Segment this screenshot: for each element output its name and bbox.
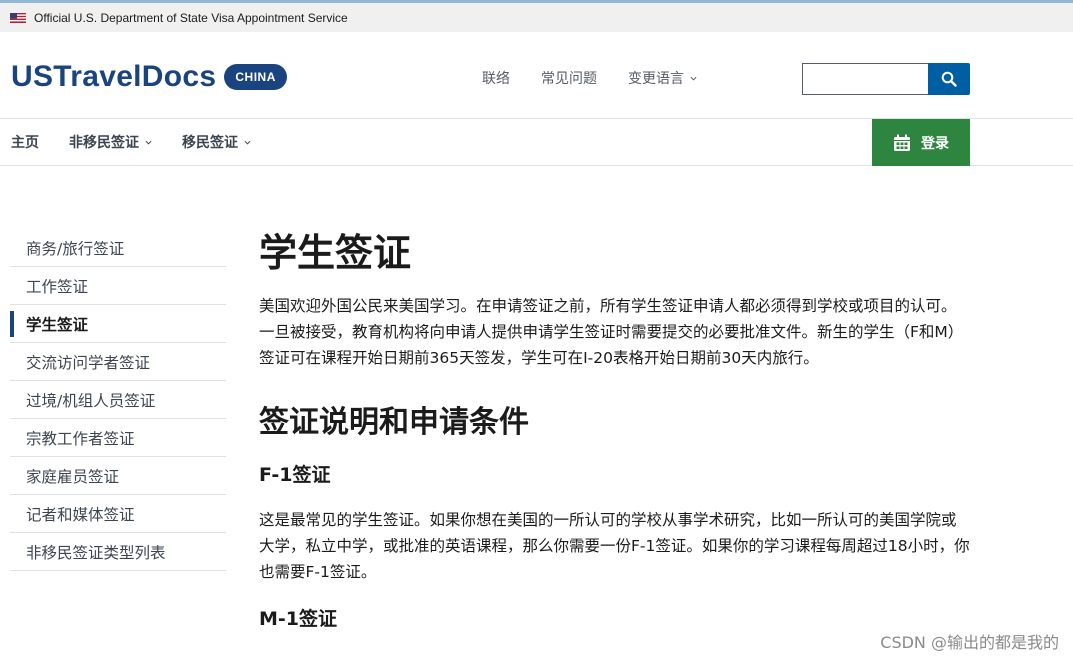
site-header: USTravelDocs CHINA 联络 常见问题 变更语言 [0,32,1073,118]
page-title: 学生签证 [259,231,412,275]
sidebar-item-label: 交流访问学者签证 [26,353,151,372]
sidebar-item-transit-crew[interactable]: 过境/机组人员签证 [10,381,226,419]
site-logo[interactable]: USTravelDocs CHINA [11,60,287,94]
sidebar-item-business-travel[interactable]: 商务/旅行签证 [10,229,226,267]
sidebar-item-exchange-visitor[interactable]: 交流访问学者签证 [10,343,226,381]
chevron-down-icon [244,140,251,145]
chevron-down-icon [690,76,697,81]
sidebar-item-label: 学生签证 [26,315,89,334]
sidebar-item-label: 工作签证 [26,277,89,296]
sidebar-item-work[interactable]: 工作签证 [10,267,226,305]
sidebar-item-domestic-employee[interactable]: 家庭雇员签证 [10,457,226,495]
f1-paragraph: 这是最常见的学生签证。如果你想在美国的一所认可的学校从事学术研究，比如一所认可的… [259,511,970,581]
official-banner: Official U.S. Department of State Visa A… [0,0,1073,32]
util-nav-contact[interactable]: 联络 [482,68,510,88]
m1-heading: M-1签证 [259,608,338,630]
calendar-icon [894,134,910,151]
util-nav-label: 变更语言 [628,71,684,87]
util-nav-label: 常见问题 [541,71,597,87]
nav-item-label: 移民签证 [182,135,238,151]
sidebar-item-label: 宗教工作者签证 [26,429,135,448]
util-nav-label: 联络 [482,71,510,87]
sidebar-item-student[interactable]: 学生签证 [10,305,226,343]
nav-item-home[interactable]: 主页 [11,132,39,152]
us-flag-icon [10,12,26,23]
search-button[interactable] [928,63,970,95]
search-input[interactable] [802,63,928,95]
watermark-text: CSDN @输出的都是我的 [880,633,1059,652]
login-button[interactable]: 登录 [872,119,970,166]
search-form [802,63,970,95]
f1-heading: F-1签证 [259,464,331,486]
util-nav-language[interactable]: 变更语言 [628,68,697,88]
logo-text: USTravelDocs [11,60,217,93]
sidebar-item-visa-types-list[interactable]: 非移民签证类型列表 [10,533,226,571]
country-badge: CHINA [224,64,287,90]
utility-nav: 联络 常见问题 变更语言 [482,68,728,88]
intro-paragraph: 美国欢迎外国公民来美国学习。在申请签证之前，所有学生签证申请人都必须得到学校或项… [259,297,964,367]
sidebar-item-label: 过境/机组人员签证 [26,391,156,410]
nav-item-label: 非移民签证 [69,135,139,151]
nav-item-immigrant-visas[interactable]: 移民签证 [182,132,251,152]
sidebar-item-label: 家庭雇员签证 [26,467,120,486]
search-icon [941,71,957,87]
util-nav-faq[interactable]: 常见问题 [541,68,597,88]
banner-text: Official U.S. Department of State Visa A… [34,10,348,25]
section-heading: 签证说明和申请条件 [259,405,529,440]
sidebar-item-label: 非移民签证类型列表 [26,543,166,562]
sidebar-item-religious-worker[interactable]: 宗教工作者签证 [10,419,226,457]
main-nav: 主页 非移民签证 移民签证 登录 [0,118,1073,166]
nav-item-nonimmigrant-visas[interactable]: 非移民签证 [69,132,152,152]
sidebar-item-label: 商务/旅行签证 [26,239,125,258]
login-label: 登录 [921,135,949,152]
sidebar-nav: 商务/旅行签证 工作签证 学生签证 交流访问学者签证 过境/机组人员签证 宗教工… [10,229,226,571]
nav-item-label: 主页 [11,135,39,151]
sidebar-item-label: 记者和媒体签证 [26,505,135,524]
sidebar-item-journalist-media[interactable]: 记者和媒体签证 [10,495,226,533]
main-content: 学生签证 美国欢迎外国公民来美国学习。在申请签证之前，所有学生签证申请人都必须得… [259,229,971,633]
chevron-down-icon [145,140,152,145]
